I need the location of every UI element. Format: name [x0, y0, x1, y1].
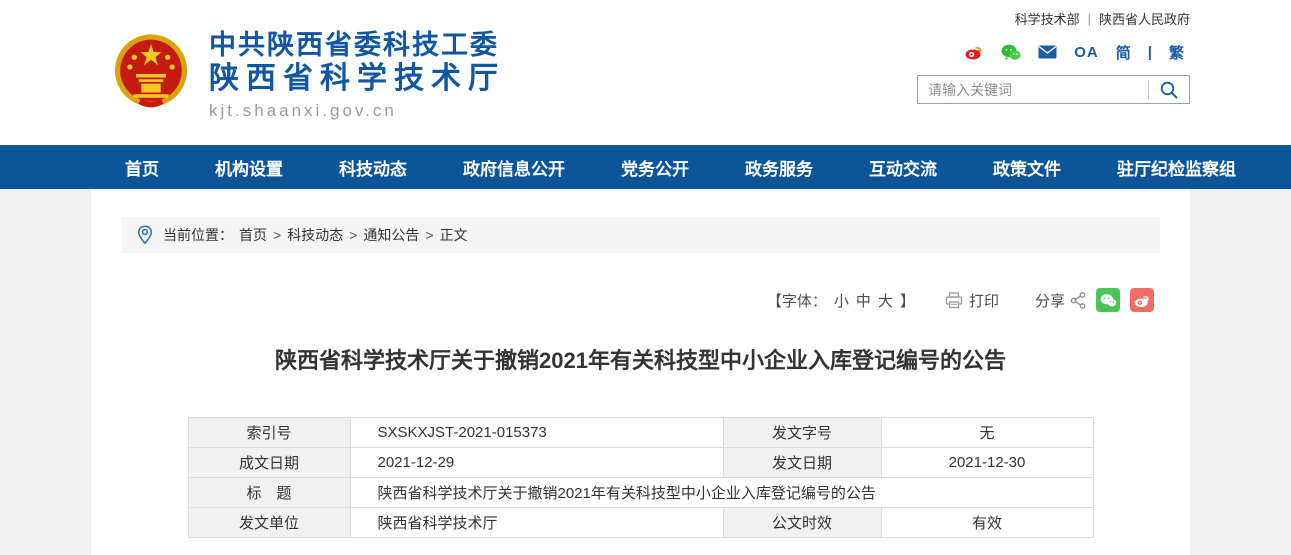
quick-icons-row: OA 简 | 繁 [917, 42, 1190, 62]
nav-item-party-affairs[interactable]: 党务公开 [619, 155, 691, 180]
breadcrumb-prefix: 当前位置： [163, 225, 233, 245]
meta-value-index-number: SXSKXJST-2021-015373 [350, 418, 723, 448]
search-icon [1159, 80, 1179, 100]
font-size-controls: 【字体： 小 中 大 】 [767, 290, 915, 311]
nav-item-tech-news[interactable]: 科技动态 [337, 155, 409, 180]
meta-label-title: 标 题 [188, 478, 350, 508]
meta-value-validity: 有效 [881, 508, 1093, 538]
logo-text: 中共陕西省委科技工委 陕西省科学技术厅 kjt.shaanxi.gov.cn [209, 30, 505, 121]
meta-label-validity: 公文时效 [723, 508, 881, 538]
meta-label-index-number: 索引号 [188, 418, 350, 448]
nav-item-policy-docs[interactable]: 政策文件 [991, 155, 1063, 180]
link-most[interactable]: 科学技术部 [1015, 9, 1080, 28]
meta-label-written-date: 成文日期 [188, 448, 350, 478]
nav-item-gov-services[interactable]: 政务服务 [743, 155, 815, 180]
breadcrumb-tech-news[interactable]: 科技动态 [287, 225, 343, 245]
org-name-line2: 陕西省科学技术厅 [209, 62, 505, 96]
font-label-open: 【字体： [767, 290, 827, 311]
lang-traditional-link[interactable]: 繁 [1169, 42, 1184, 63]
article-toolbar: 【字体： 小 中 大 】 打印 分享 [91, 287, 1154, 313]
font-size-medium-button[interactable]: 中 [856, 290, 871, 311]
meta-value-written-date: 2021-12-29 [350, 448, 723, 478]
table-row: 索引号 SXSKXJST-2021-015373 发文字号 无 [188, 418, 1093, 448]
breadcrumb-current[interactable]: 正文 [440, 225, 468, 245]
lang-simplified-link[interactable]: 简 [1116, 42, 1131, 63]
meta-label-doc-number: 发文字号 [723, 418, 881, 448]
national-emblem-icon [107, 30, 195, 118]
weibo-share-icon [1134, 293, 1151, 308]
article-title: 陕西省科学技术厅关于撤销2021年有关科技型中小企业入库登记编号的公告 [91, 345, 1190, 377]
document-meta-table: 索引号 SXSKXJST-2021-015373 发文字号 无 成文日期 202… [188, 417, 1094, 538]
top-links-separator: | [1088, 11, 1091, 26]
share-label: 分享 [1035, 290, 1065, 311]
wechat-share-icon [1100, 293, 1117, 308]
link-shaanxi-gov[interactable]: 陕西省人民政府 [1099, 9, 1190, 28]
main-nav: 首页 机构设置 科技动态 政府信息公开 党务公开 政务服务 互动交流 政策文件 … [0, 145, 1291, 189]
weibo-icon[interactable] [965, 44, 984, 60]
table-row: 发文单位 陕西省科学技术厅 公文时效 有效 [188, 508, 1093, 538]
meta-label-issue-date: 发文日期 [723, 448, 881, 478]
share-wechat-button[interactable] [1096, 288, 1120, 312]
main-nav-inner: 首页 机构设置 科技动态 政府信息公开 党务公开 政务服务 互动交流 政策文件 … [91, 145, 1190, 189]
nav-item-discipline-inspection[interactable]: 驻厅纪检监察组 [1115, 155, 1238, 180]
breadcrumb-notices[interactable]: 通知公告 [363, 225, 419, 245]
header-right: OA 简 | 繁 [917, 42, 1190, 104]
printer-icon [945, 292, 963, 309]
table-row: 标 题 陕西省科学技术厅关于撤销2021年有关科技型中小企业入库登记编号的公告 [188, 478, 1093, 508]
nav-item-gov-info[interactable]: 政府信息公开 [461, 155, 567, 180]
org-name-line1: 中共陕西省委科技工委 [209, 30, 505, 60]
meta-value-title: 陕西省科学技术厅关于撤销2021年有关科技型中小企业入库登记编号的公告 [350, 478, 1093, 508]
font-size-large-button[interactable]: 大 [878, 290, 893, 311]
print-button[interactable]: 打印 [945, 290, 999, 311]
site-logo: 中共陕西省委科技工委 陕西省科学技术厅 kjt.shaanxi.gov.cn [107, 30, 505, 121]
search-input[interactable] [918, 82, 1148, 98]
breadcrumb-separator: > [273, 227, 281, 243]
font-size-small-button[interactable]: 小 [834, 290, 849, 311]
nav-item-home[interactable]: 首页 [123, 155, 161, 180]
location-pin-icon [137, 225, 153, 245]
site-domain: kjt.shaanxi.gov.cn [209, 101, 505, 121]
nav-item-organization[interactable]: 机构设置 [213, 155, 285, 180]
print-label: 打印 [969, 290, 999, 311]
breadcrumb: 当前位置： 首页 > 科技动态 > 通知公告 > 正文 [122, 217, 1160, 253]
share-button[interactable]: 分享 [1035, 290, 1086, 311]
search-button[interactable] [1149, 76, 1189, 103]
wechat-icon[interactable] [1001, 44, 1021, 61]
breadcrumb-separator: > [425, 227, 433, 243]
meta-value-doc-number: 无 [881, 418, 1093, 448]
site-header: 科学技术部 | 陕西省人民政府 中共陕西省委科技工委 陕西省科学技术厅 [0, 0, 1291, 145]
share-weibo-button[interactable] [1130, 288, 1154, 312]
meta-label-issuing-unit: 发文单位 [188, 508, 350, 538]
mail-icon[interactable] [1038, 45, 1057, 59]
font-label-close: 】 [900, 290, 915, 311]
content-area: 当前位置： 首页 > 科技动态 > 通知公告 > 正文 【字体： 小 中 大 】 [91, 189, 1190, 555]
oa-link[interactable]: OA [1074, 44, 1099, 61]
meta-value-issuing-unit: 陕西省科学技术厅 [350, 508, 723, 538]
table-row: 成文日期 2021-12-29 发文日期 2021-12-30 [188, 448, 1093, 478]
breadcrumb-home[interactable]: 首页 [239, 225, 267, 245]
top-links: 科学技术部 | 陕西省人民政府 [1015, 9, 1190, 28]
breadcrumb-separator: > [349, 227, 357, 243]
lang-separator: | [1148, 44, 1152, 61]
meta-value-issue-date: 2021-12-30 [881, 448, 1093, 478]
site-search [917, 75, 1190, 104]
nav-item-interaction[interactable]: 互动交流 [867, 155, 939, 180]
share-nodes-icon [1070, 292, 1086, 309]
